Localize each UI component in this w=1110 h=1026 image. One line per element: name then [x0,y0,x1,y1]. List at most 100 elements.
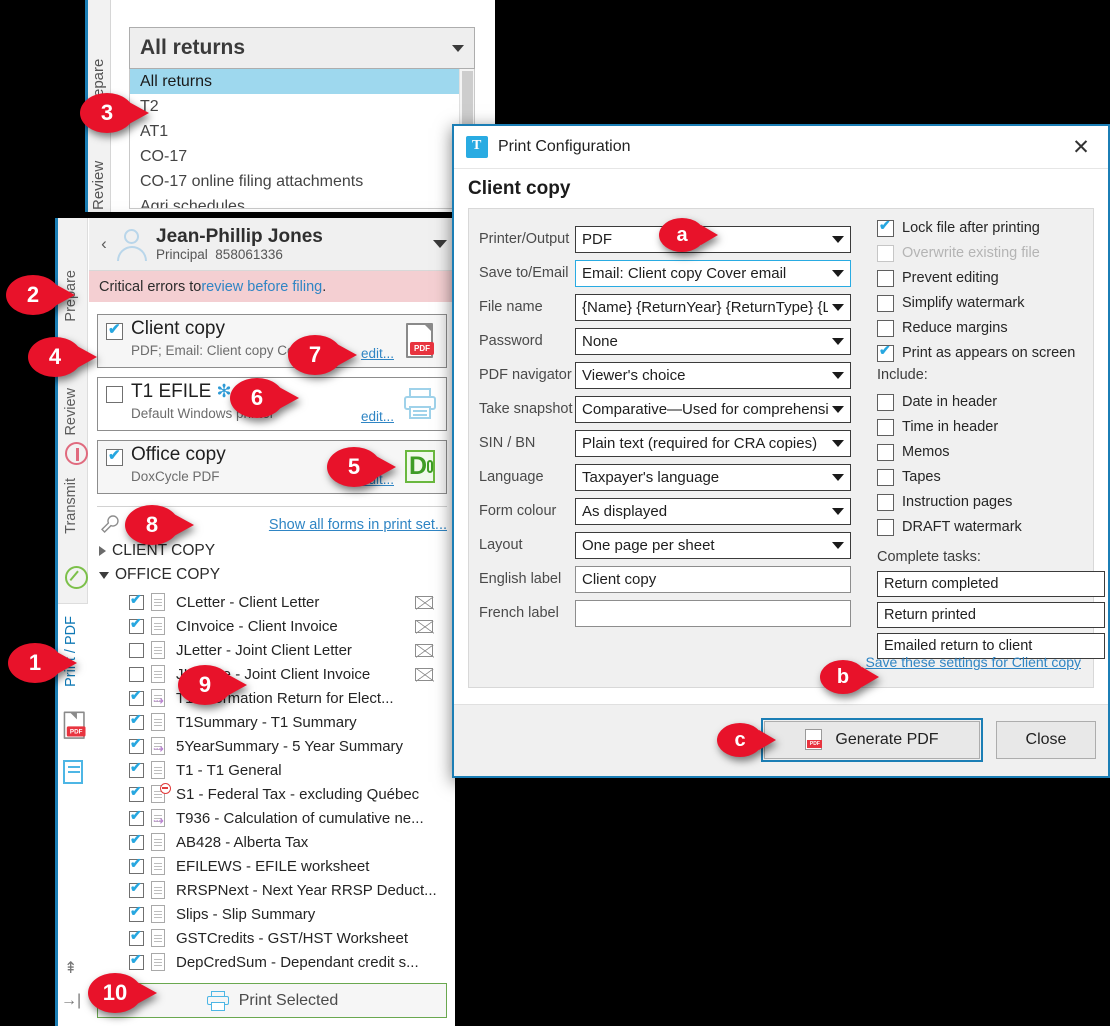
wrench-icon[interactable] [100,514,120,534]
show-all-forms-link[interactable]: Show all forms in print set... [269,517,447,533]
checkbox[interactable] [877,269,894,287]
chevron-down-icon[interactable] [433,240,447,248]
dropdown-language[interactable]: Taxpayer's language [575,463,851,491]
group-office-copy[interactable]: OFFICE COPY [99,566,220,584]
vtab-review[interactable]: Review [90,130,107,210]
form-checkbox[interactable] [129,591,144,610]
form-checkbox[interactable] [129,903,144,922]
form-checkbox[interactable] [129,735,144,754]
review-before-filing-link[interactable]: review before filing [201,279,322,295]
checkbox[interactable] [877,468,894,486]
form-row[interactable]: RRSPNext - Next Year RRSP Deduct... [89,878,455,902]
scrollbar-thumb[interactable] [462,71,473,129]
form-row[interactable]: GSTCredits - GST/HST Worksheet [89,926,455,950]
form-checkbox[interactable] [129,711,144,730]
checkbox[interactable] [877,217,894,237]
form-row[interactable]: CLetter - Client Letter [89,590,455,614]
checkbox[interactable] [877,518,894,536]
form-checkbox[interactable] [129,687,144,706]
form-checkbox[interactable] [129,879,144,898]
dropdown-take-snapshot[interactable]: Comparative—Used for comprehensive varia [575,395,851,423]
dropdown-option[interactable]: CO-17 [130,144,474,169]
form-checkbox[interactable] [129,855,144,874]
form-row[interactable]: CInvoice - Client Invoice [89,614,455,638]
t1-efile-edit-link[interactable]: edit... [361,409,394,424]
form-row[interactable]: Slips - Slip Summary [89,902,455,926]
pin-icon[interactable]: ⇞ [64,958,77,978]
email-icon[interactable] [415,667,434,682]
returns-dropdown-list[interactable]: All returns T2 AT1 CO-17 CO-17 online fi… [129,69,475,209]
form-row[interactable]: JLetter - Joint Client Letter [89,638,455,662]
include-instruction-pages[interactable]: Instruction pages [877,491,1012,513]
dropdown-option[interactable]: T2 [130,94,474,119]
dropdown-file-name[interactable]: {Name} {ReturnYear} {ReturnType} {Label}… [575,293,851,321]
dropdown-pdf-navigator[interactable]: Viewer's choice [575,361,851,389]
include-memos[interactable]: Memos [877,441,950,463]
form-row[interactable]: S1 - Federal Tax - excluding Québec [89,782,455,806]
include-date-in-header[interactable]: Date in header [877,391,997,413]
form-row[interactable]: EFILEWS - EFILE worksheet [89,854,455,878]
returns-combobox[interactable]: All returns [129,27,475,69]
input-english-label[interactable]: Client copy [575,565,851,593]
dropdown-sin-bn[interactable]: Plain text (required for CRA copies) [575,429,851,457]
input-french-label[interactable] [575,599,851,627]
form-row[interactable]: ⇢T1 Information Return for Elect... [89,686,455,710]
group-client-copy[interactable]: CLIENT COPY [99,542,215,560]
form-row[interactable]: JInvoice - Joint Client Invoice [89,662,455,686]
form-row[interactable]: DepCredSum - Dependant credit s... [89,950,455,974]
rail-tab-transmit[interactable]: Transmit [63,478,79,534]
option-reduce-margins[interactable]: Reduce margins [877,317,1008,339]
form-checkbox[interactable] [129,807,144,826]
checkbox[interactable] [877,294,894,312]
client-copy-edit-link[interactable]: edit... [361,346,394,361]
checkbox[interactable] [877,418,894,436]
task-dropdown[interactable]: Return completed [877,571,1105,597]
option-print-as-appears-on-screen[interactable]: Print as appears on screen [877,342,1075,364]
close-button[interactable]: Close [996,721,1096,759]
collapse-panel-icon[interactable]: →| [61,992,81,1010]
close-icon[interactable]: ✕ [1066,137,1096,158]
checkbox[interactable] [877,319,894,337]
save-settings-link[interactable]: Save these settings for Client copy [865,654,1081,670]
checkbox[interactable] [877,493,894,511]
form-checkbox[interactable] [129,615,144,634]
option-lock-file-after-printing[interactable]: Lock file after printing [877,217,1040,239]
dropdown-layout[interactable]: One page per sheet [575,531,851,559]
include-tapes[interactable]: Tapes [877,466,941,488]
form-checkbox[interactable] [129,642,144,658]
printer-icon[interactable] [400,384,440,424]
dropdown-option[interactable]: Agri schedules [130,194,474,208]
dropdown-password[interactable]: None [575,327,851,355]
form-row[interactable]: AB428 - Alberta Tax [89,830,455,854]
doxcycle-icon[interactable]: D [400,447,440,487]
task-dropdown[interactable]: Return printed [877,602,1105,628]
dropdown-option[interactable]: CO-17 online filing attachments [130,169,474,194]
form-checkbox[interactable] [129,951,144,970]
dropdown-option[interactable]: All returns [130,69,474,94]
generate-pdf-button[interactable]: PDF Generate PDF [761,718,983,762]
form-checkbox[interactable] [129,783,144,802]
print-set-card-client-copy[interactable]: Client copy PDF; Email: Client copy Cove… [97,314,447,368]
option-simplify-watermark[interactable]: Simplify watermark [877,292,1024,314]
form-row[interactable]: ⇢ T936 - Calculation of cumulative ne... [89,806,455,830]
rail-tab-review[interactable]: Review [63,388,79,436]
option-prevent-editing[interactable]: Prevent editing [877,267,999,289]
include-draft-watermark[interactable]: DRAFT watermark [877,516,1022,538]
form-row[interactable]: ⇢ 5YearSummary - 5 Year Summary [89,734,455,758]
form-checkbox[interactable] [129,831,144,850]
t1-efile-checkbox[interactable] [106,386,123,403]
form-row[interactable]: T1Summary - T1 Summary [89,710,455,734]
email-icon[interactable] [415,595,434,610]
dropdown-option[interactable]: AT1 [130,119,474,144]
form-checkbox[interactable] [129,759,144,778]
client-copy-checkbox[interactable] [106,320,123,340]
dropdown-save-to-email[interactable]: Email: Client copy Cover email [575,259,851,287]
form-row[interactable]: T1 - T1 General [89,758,455,782]
email-icon[interactable] [415,643,434,658]
include-time-in-header[interactable]: Time in header [877,416,998,438]
form-checkbox[interactable] [129,927,144,946]
checkbox[interactable] [877,393,894,411]
form-checkbox[interactable] [129,666,144,682]
checkbox[interactable] [877,443,894,461]
dropdown-form-colour[interactable]: As displayed [575,497,851,525]
